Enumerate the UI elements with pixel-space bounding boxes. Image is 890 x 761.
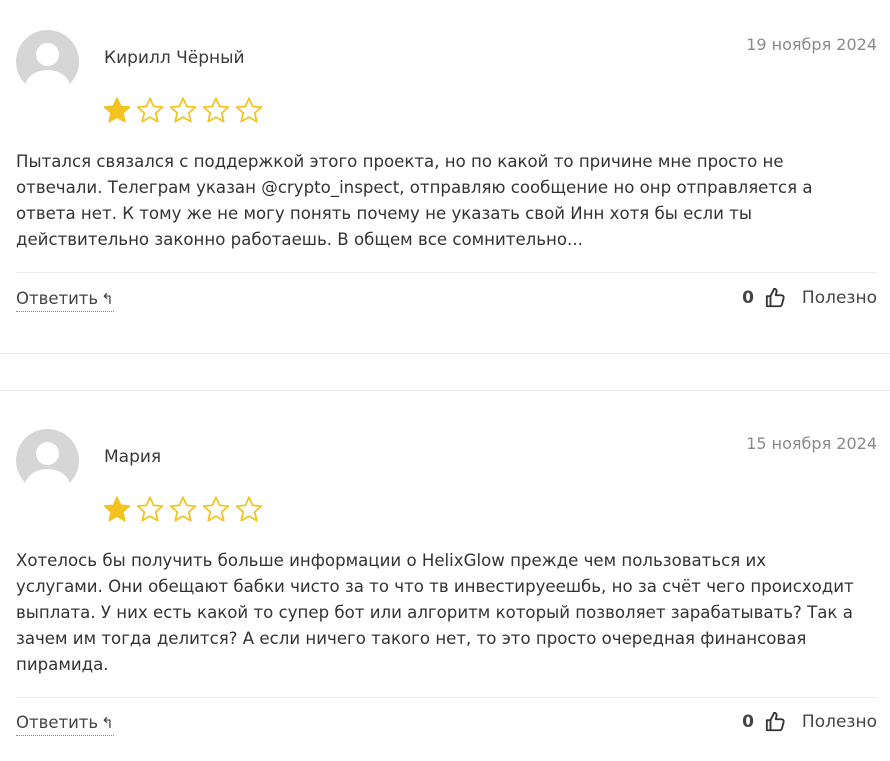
thumbs-up-icon[interactable]: [765, 287, 787, 309]
avatar-head: [36, 43, 59, 66]
star-icon: [235, 496, 263, 522]
review-text: Пытался связался с поддержкой этого прое…: [16, 149, 877, 253]
avatar-body: [25, 469, 70, 492]
divider: [16, 272, 877, 273]
reply-arrow-icon: ↰: [101, 290, 114, 308]
avatar: [16, 30, 79, 93]
helpful-label: Полезно: [801, 288, 877, 308]
avatar-head: [36, 442, 59, 465]
star-icon: [103, 97, 131, 123]
section-divider: [0, 353, 890, 354]
review-text-line: отвечали. Телеграм указан @crypto_inspec…: [16, 178, 813, 197]
review-text-line: Хотелось бы получить больше информации о…: [16, 551, 767, 570]
helpful-count: 0: [742, 712, 754, 732]
review-text-line: зачем им тогда делится? А если ничего та…: [16, 629, 807, 648]
star-icon: [235, 97, 263, 123]
review-text-line: Пытался связался с поддержкой этого прое…: [16, 152, 784, 171]
star-icon: [136, 496, 164, 522]
reply-label: Ответить: [16, 289, 99, 308]
star-icon: [202, 97, 230, 123]
reply-button[interactable]: Ответить ↰: [16, 289, 114, 312]
review-text-line: услугами. Они обещают бабки чисто за то …: [16, 577, 854, 596]
review-text-line: действительно законно работаешь. В общем…: [16, 230, 583, 249]
star-rating: [102, 495, 264, 525]
star-icon: [103, 496, 131, 522]
star-icon: [169, 496, 197, 522]
review-author: Мария: [104, 447, 162, 467]
review-text-line: ответа нет. К тому же не могу понять поч…: [16, 204, 752, 223]
review-text-line: пирамида.: [16, 655, 109, 674]
thumbs-up-icon[interactable]: [765, 711, 787, 733]
divider: [16, 697, 877, 698]
review-text-line: выплата. У них есть какой то супер бот и…: [16, 603, 853, 622]
section-divider: [0, 390, 890, 391]
avatar-body: [25, 70, 70, 93]
reply-arrow-icon: ↰: [101, 714, 114, 732]
helpful-label: Полезно: [801, 712, 877, 732]
star-icon: [202, 496, 230, 522]
avatar: [16, 429, 79, 492]
reply-button[interactable]: Ответить ↰: [16, 713, 114, 736]
review-author: Кирилл Чёрный: [104, 48, 245, 68]
review-text: Хотелось бы получить больше информации о…: [16, 548, 877, 678]
star-icon: [169, 97, 197, 123]
review-date: 19 ноября 2024: [746, 35, 877, 54]
helpful-widget: 0 Полезно: [742, 287, 877, 309]
star-rating: [102, 96, 264, 126]
review-date: 15 ноября 2024: [746, 434, 877, 453]
helpful-widget: 0 Полезно: [742, 711, 877, 733]
star-icon: [136, 97, 164, 123]
helpful-count: 0: [742, 288, 754, 308]
reply-label: Ответить: [16, 713, 99, 732]
